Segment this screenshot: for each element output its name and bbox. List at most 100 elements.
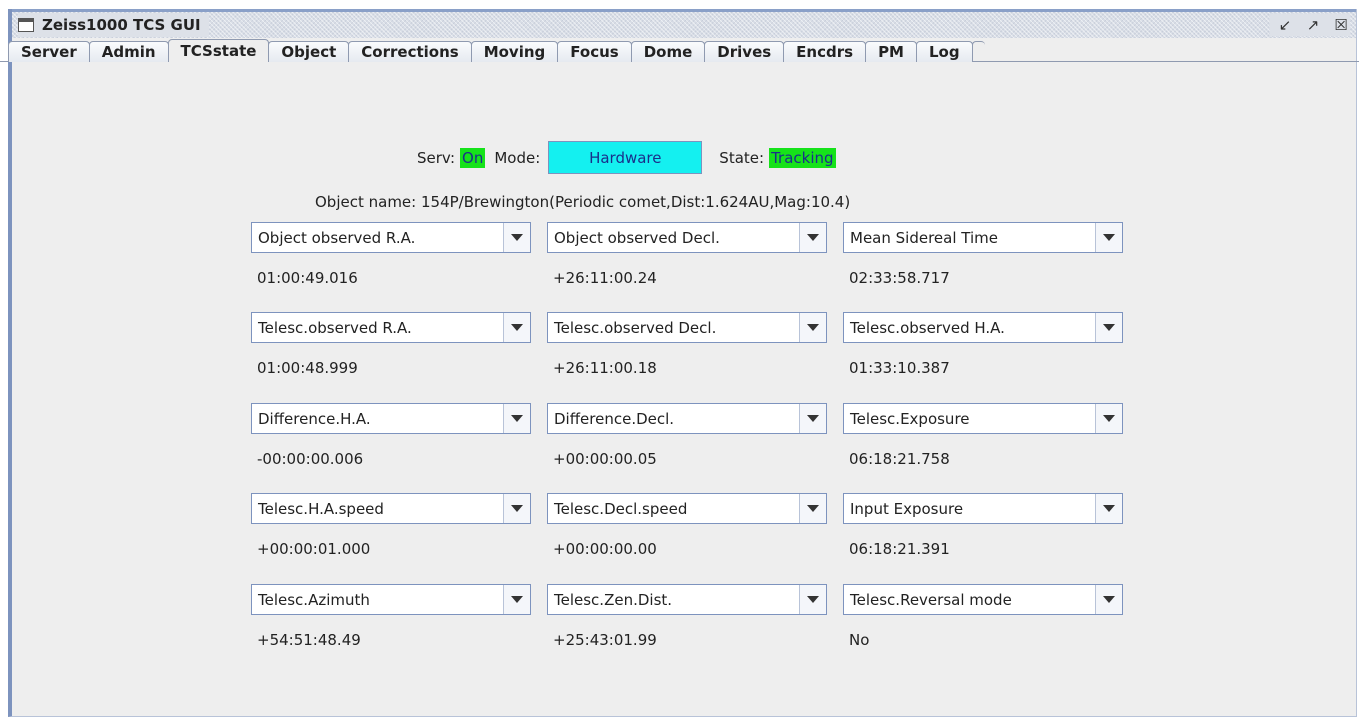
parameter-select-label: Difference.H.A. bbox=[258, 409, 371, 428]
dropdown-button[interactable] bbox=[1095, 223, 1122, 252]
parameter-select[interactable]: Telesc.observed H.A. bbox=[843, 312, 1123, 343]
tab-pm[interactable]: PM bbox=[865, 41, 917, 62]
parameter-select[interactable]: Telesc.H.A.speed bbox=[251, 493, 531, 524]
parameter-select[interactable]: Input Exposure bbox=[843, 493, 1123, 524]
parameter-select-label: Telesc.observed Decl. bbox=[554, 318, 717, 337]
parameter-select-label: Telesc.observed H.A. bbox=[850, 318, 1005, 337]
tab-moving[interactable]: Moving bbox=[470, 41, 559, 62]
chevron-down-icon bbox=[1103, 596, 1115, 603]
parameter-select[interactable]: Difference.Decl. bbox=[547, 403, 827, 434]
parameter-value: +00:00:00.05 bbox=[553, 450, 657, 468]
parameter-select[interactable]: Telesc.Zen.Dist. bbox=[547, 584, 827, 615]
parameter-select[interactable]: Telesc.Decl.speed bbox=[547, 493, 827, 524]
tab-dome[interactable]: Dome bbox=[630, 41, 706, 62]
parameter-value: 06:18:21.758 bbox=[849, 450, 950, 468]
dropdown-button[interactable] bbox=[503, 585, 530, 614]
dropdown-button[interactable] bbox=[799, 404, 826, 433]
parameter-value: +00:00:01.000 bbox=[257, 540, 371, 558]
parameter-value: 02:33:58.717 bbox=[849, 269, 950, 287]
tab-admin[interactable]: Admin bbox=[88, 41, 169, 62]
tab-tcsstate[interactable]: TCSstate bbox=[167, 39, 270, 62]
dropdown-button[interactable] bbox=[799, 313, 826, 342]
mode-indicator: Hardware bbox=[548, 141, 703, 174]
parameter-select-label: Telesc.Exposure bbox=[850, 409, 970, 428]
parameter-value: +26:11:00.18 bbox=[553, 359, 657, 377]
dropdown-button[interactable] bbox=[799, 494, 826, 523]
dropdown-button[interactable] bbox=[1095, 404, 1122, 433]
parameter-value: No bbox=[849, 631, 870, 649]
tab-strip-end bbox=[971, 41, 985, 62]
parameter-select-label: Telesc.Reversal mode bbox=[850, 590, 1012, 609]
parameter-select[interactable]: Mean Sidereal Time bbox=[843, 222, 1123, 253]
chevron-down-icon bbox=[807, 596, 819, 603]
window-title: Zeiss1000 TCS GUI bbox=[42, 16, 201, 34]
window-icon bbox=[18, 18, 34, 32]
parameter-select[interactable]: Object observed R.A. bbox=[251, 222, 531, 253]
tab-encdrs[interactable]: Encdrs bbox=[783, 41, 867, 62]
parameter-select-label: Mean Sidereal Time bbox=[850, 228, 998, 247]
dropdown-button[interactable] bbox=[503, 313, 530, 342]
chevron-down-icon bbox=[511, 505, 523, 512]
parameter-select-label: Telesc.Zen.Dist. bbox=[554, 590, 673, 609]
window-controls: ↙ ↗ ☒ bbox=[1270, 14, 1350, 36]
parameter-value: 06:18:21.391 bbox=[849, 540, 950, 558]
tab-drives[interactable]: Drives bbox=[704, 41, 785, 62]
chevron-down-icon bbox=[807, 324, 819, 331]
chevron-down-icon bbox=[1103, 234, 1115, 241]
maximize-icon[interactable]: ↗ bbox=[1304, 16, 1322, 34]
parameter-select-label: Telesc.Decl.speed bbox=[554, 499, 688, 518]
title-bar[interactable]: Zeiss1000 TCS GUI ↙ ↗ ☒ bbox=[12, 9, 1356, 38]
chevron-down-icon bbox=[807, 415, 819, 422]
tab-focus[interactable]: Focus bbox=[557, 41, 632, 62]
parameter-select[interactable]: Telesc.observed R.A. bbox=[251, 312, 531, 343]
parameter-select[interactable]: Telesc.Exposure bbox=[843, 403, 1123, 434]
object-name-label: Object name: 154P/Brewington(Periodic co… bbox=[315, 193, 851, 211]
parameter-value: 01:00:48.999 bbox=[257, 359, 358, 377]
minimize-icon[interactable]: ↙ bbox=[1276, 16, 1294, 34]
dropdown-button[interactable] bbox=[503, 494, 530, 523]
dropdown-button[interactable] bbox=[503, 223, 530, 252]
state-status-badge: Tracking bbox=[769, 147, 836, 168]
parameter-select[interactable]: Telesc.observed Decl. bbox=[547, 312, 827, 343]
serv-status-badge: On bbox=[460, 147, 486, 168]
serv-label: Serv: bbox=[417, 148, 456, 167]
parameter-value: +26:11:00.24 bbox=[553, 269, 657, 287]
parameter-select[interactable]: Object observed Decl. bbox=[547, 222, 827, 253]
dropdown-button[interactable] bbox=[799, 223, 826, 252]
parameter-select-label: Telesc.Azimuth bbox=[258, 590, 370, 609]
chevron-down-icon bbox=[1103, 505, 1115, 512]
dropdown-button[interactable] bbox=[1095, 313, 1122, 342]
dropdown-button[interactable] bbox=[1095, 585, 1122, 614]
tab-server[interactable]: Server bbox=[8, 41, 90, 62]
tab-log[interactable]: Log bbox=[915, 41, 973, 62]
parameter-select-label: Telesc.H.A.speed bbox=[258, 499, 384, 518]
tab-corrections[interactable]: Corrections bbox=[348, 41, 472, 62]
parameter-select-label: Telesc.observed R.A. bbox=[258, 318, 412, 337]
state-label: State: bbox=[719, 148, 765, 167]
chevron-down-icon bbox=[511, 324, 523, 331]
dropdown-button[interactable] bbox=[799, 585, 826, 614]
close-icon[interactable]: ☒ bbox=[1332, 16, 1350, 34]
chevron-down-icon bbox=[1103, 415, 1115, 422]
dropdown-button[interactable] bbox=[503, 404, 530, 433]
mode-value: Hardware bbox=[589, 148, 662, 167]
parameter-select[interactable]: Telesc.Azimuth bbox=[251, 584, 531, 615]
chevron-down-icon bbox=[807, 234, 819, 241]
parameter-value: -00:00:00.006 bbox=[257, 450, 364, 468]
parameter-select[interactable]: Telesc.Reversal mode bbox=[843, 584, 1123, 615]
tab-strip: Server Admin TCSstate Object Corrections Movi… bbox=[8, 39, 985, 62]
chevron-down-icon bbox=[511, 415, 523, 422]
parameter-value: 01:33:10.387 bbox=[849, 359, 950, 377]
parameter-value: 01:00:49.016 bbox=[257, 269, 358, 287]
parameter-value: +54:51:48.49 bbox=[257, 631, 361, 649]
status-row: Serv: On Mode: Hardware State: Tracking bbox=[417, 140, 836, 175]
chevron-down-icon bbox=[807, 505, 819, 512]
tab-object[interactable]: Object bbox=[268, 41, 350, 62]
parameter-select-label: Object observed Decl. bbox=[554, 228, 720, 247]
dropdown-button[interactable] bbox=[1095, 494, 1122, 523]
chevron-down-icon bbox=[1103, 324, 1115, 331]
chevron-down-icon bbox=[511, 234, 523, 241]
parameter-select[interactable]: Difference.H.A. bbox=[251, 403, 531, 434]
parameter-value: +25:43:01.99 bbox=[553, 631, 657, 649]
parameter-select-label: Object observed R.A. bbox=[258, 228, 416, 247]
